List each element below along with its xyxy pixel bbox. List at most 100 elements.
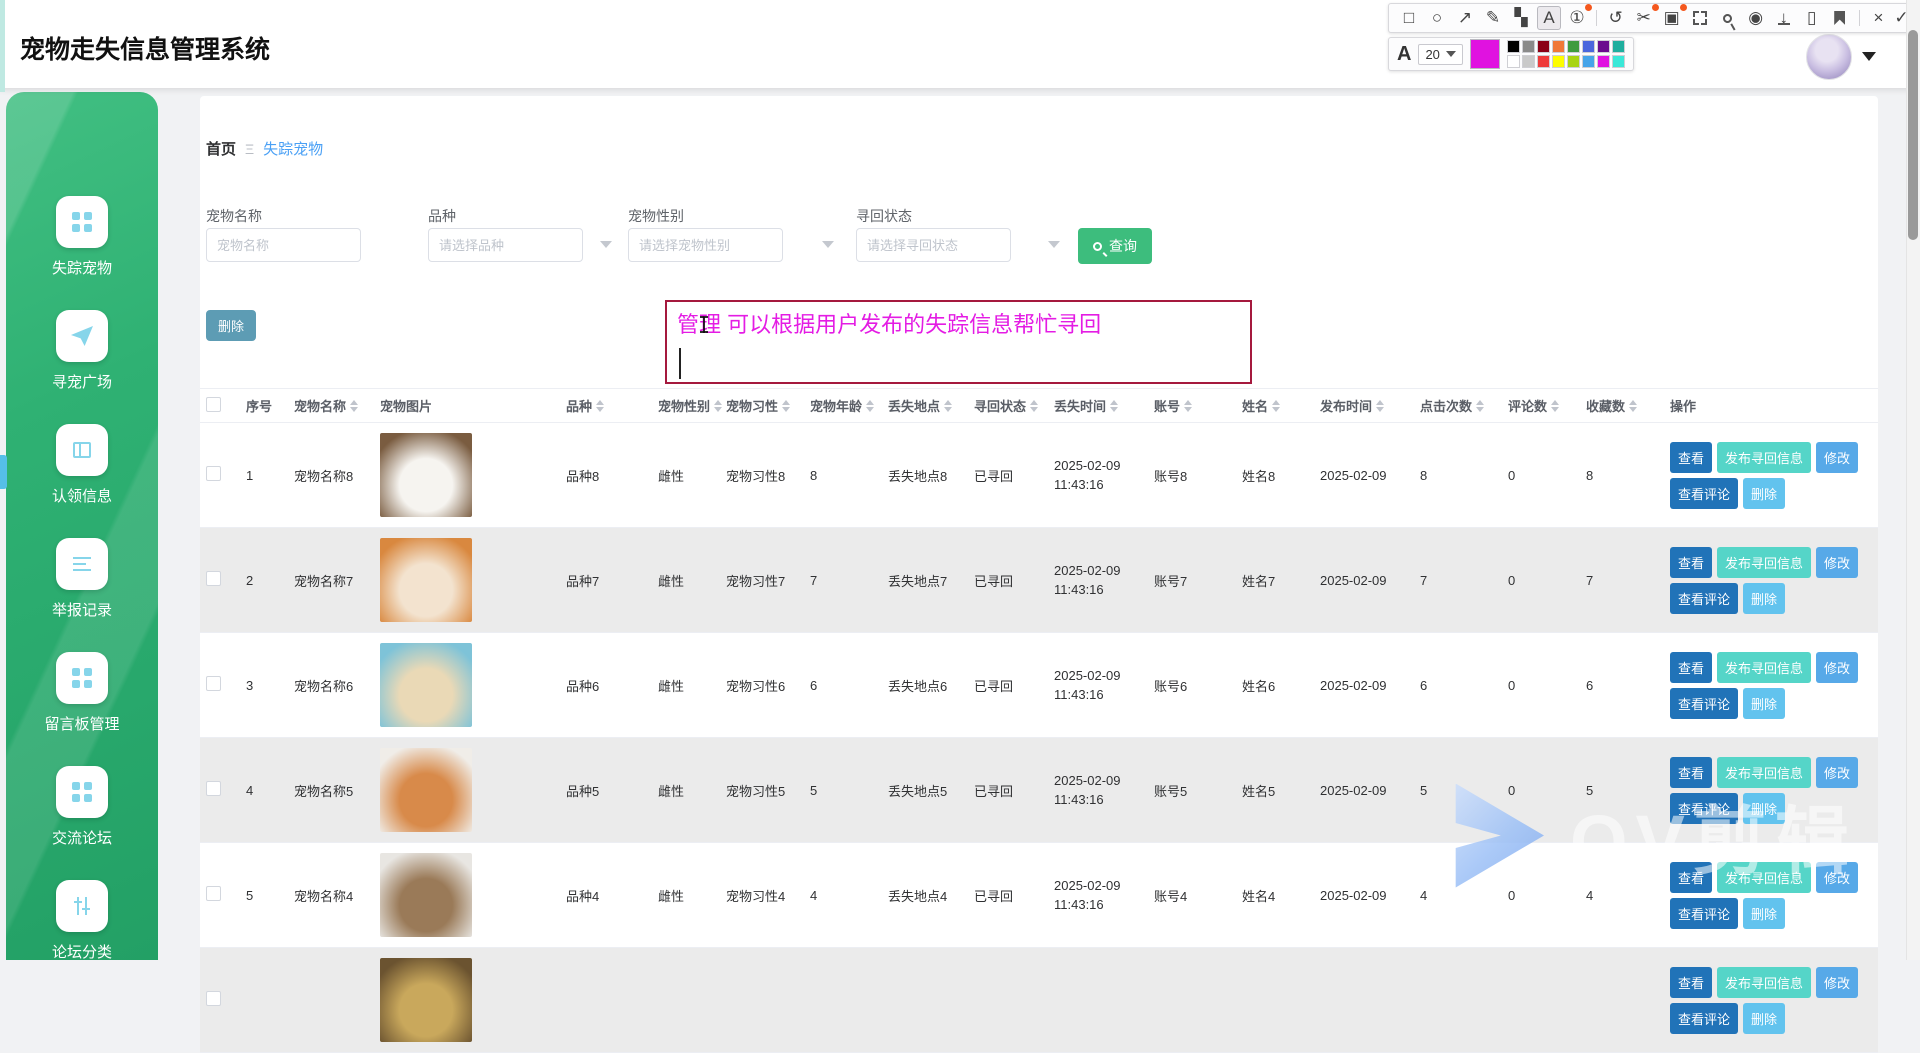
pet-photo[interactable] — [380, 748, 472, 832]
color-swatch[interactable] — [1567, 40, 1580, 53]
view-button[interactable]: 查看 — [1670, 652, 1712, 683]
sidebar-item-forum[interactable]: 交流论坛 — [52, 766, 112, 848]
sidebar-collapse-handle[interactable] — [0, 455, 7, 489]
view-comments-button[interactable]: 查看评论 — [1670, 478, 1738, 509]
sidebar-item-forum-category[interactable]: 论坛分类 — [52, 880, 112, 962]
fullscreen-capture-icon[interactable] — [1688, 6, 1712, 30]
pet-photo[interactable] — [380, 433, 472, 517]
edit-button[interactable]: 修改 — [1816, 547, 1858, 578]
color-swatch[interactable] — [1522, 40, 1535, 53]
breed-select[interactable] — [428, 228, 583, 262]
sidebar-item-pet-plaza[interactable]: 寻宠广场 — [52, 310, 112, 392]
pet-photo[interactable] — [380, 643, 472, 727]
gender-select[interactable] — [628, 228, 783, 262]
ellipse-tool-icon[interactable]: ○ — [1425, 6, 1449, 30]
row-checkbox[interactable] — [206, 991, 221, 1006]
delete-button[interactable]: 删除 — [1743, 898, 1785, 929]
col-clicks[interactable]: 点击次数 — [1414, 389, 1502, 423]
sidebar-item-report-records[interactable]: 举报记录 — [52, 538, 112, 620]
publish-recovery-button[interactable]: 发布寻回信息 — [1717, 547, 1811, 578]
arrow-tool-icon[interactable]: ↗ — [1453, 6, 1477, 30]
col-owner-name[interactable]: 姓名 — [1236, 389, 1314, 423]
font-size-dropdown[interactable]: 20 — [1418, 44, 1462, 65]
user-avatar[interactable] — [1806, 34, 1852, 80]
chevron-down-icon[interactable] — [600, 241, 612, 248]
edit-button[interactable]: 修改 — [1816, 757, 1858, 788]
publish-recovery-button[interactable]: 发布寻回信息 — [1717, 967, 1811, 998]
sidebar-item-claim-info[interactable]: 认领信息 — [52, 424, 112, 506]
text-tool-icon[interactable]: A — [1537, 6, 1561, 30]
row-checkbox[interactable] — [206, 781, 221, 796]
rectangle-tool-icon[interactable]: □ — [1397, 6, 1421, 30]
row-checkbox[interactable] — [206, 676, 221, 691]
view-button[interactable]: 查看 — [1670, 862, 1712, 893]
chevron-down-icon[interactable] — [822, 241, 834, 248]
color-swatch[interactable] — [1567, 55, 1580, 68]
color-swatch[interactable] — [1507, 40, 1520, 53]
row-checkbox[interactable] — [206, 571, 221, 586]
chevron-down-icon[interactable] — [1048, 241, 1060, 248]
pet-photo[interactable] — [380, 853, 472, 937]
pin-tool-icon[interactable] — [1716, 6, 1740, 30]
color-swatch[interactable] — [1612, 55, 1625, 68]
row-checkbox[interactable] — [206, 466, 221, 481]
user-menu-caret-icon[interactable] — [1862, 52, 1876, 61]
device-tool-icon[interactable]: ▯ — [1800, 6, 1824, 30]
publish-recovery-button[interactable]: 发布寻回信息 — [1717, 757, 1811, 788]
view-comments-button[interactable]: 查看评论 — [1670, 688, 1738, 719]
delete-button[interactable]: 删除 — [1743, 478, 1785, 509]
delete-button[interactable]: 删除 — [1743, 1003, 1785, 1034]
status-select[interactable] — [856, 228, 1011, 262]
color-swatch[interactable] — [1582, 55, 1595, 68]
col-age[interactable]: 宠物年龄 — [804, 389, 882, 423]
close-icon[interactable]: × — [1866, 6, 1890, 30]
col-pet-name[interactable]: 宠物名称 — [288, 389, 374, 423]
edit-button[interactable]: 修改 — [1816, 652, 1858, 683]
bookmark-tool-icon[interactable] — [1828, 6, 1852, 30]
col-favorites[interactable]: 收藏数 — [1580, 389, 1664, 423]
view-button[interactable]: 查看 — [1670, 547, 1712, 578]
record-tool-icon[interactable]: ◉ — [1744, 6, 1768, 30]
view-comments-button[interactable]: 查看评论 — [1670, 793, 1738, 824]
publish-recovery-button[interactable]: 发布寻回信息 — [1717, 862, 1811, 893]
mosaic-tool-icon[interactable]: ▚ — [1509, 6, 1533, 30]
col-breed[interactable]: 品种 — [560, 389, 652, 423]
color-swatch[interactable] — [1597, 40, 1610, 53]
color-swatch[interactable] — [1522, 55, 1535, 68]
scrollbar-thumb[interactable] — [1908, 30, 1918, 240]
pet-photo[interactable] — [380, 958, 472, 1042]
row-checkbox[interactable] — [206, 886, 221, 901]
pet-photo[interactable] — [380, 538, 472, 622]
col-comments[interactable]: 评论数 — [1502, 389, 1580, 423]
color-swatch[interactable] — [1597, 55, 1610, 68]
bulk-delete-button[interactable]: 删除 — [206, 310, 256, 341]
col-account[interactable]: 账号 — [1148, 389, 1236, 423]
color-swatch[interactable] — [1552, 40, 1565, 53]
breadcrumb-home[interactable]: 首页 — [206, 138, 236, 159]
delete-button[interactable]: 删除 — [1743, 688, 1785, 719]
edit-button[interactable]: 修改 — [1816, 442, 1858, 473]
annotation-note-box[interactable]: 管理 可以根据用户发布的失踪信息帮忙寻回 — [665, 300, 1252, 384]
view-button[interactable]: 查看 — [1670, 967, 1712, 998]
publish-recovery-button[interactable]: 发布寻回信息 — [1717, 442, 1811, 473]
view-comments-button[interactable]: 查看评论 — [1670, 1003, 1738, 1034]
col-lost-time[interactable]: 丢失时间 — [1048, 389, 1148, 423]
col-publish-time[interactable]: 发布时间 — [1314, 389, 1414, 423]
view-button[interactable]: 查看 — [1670, 757, 1712, 788]
col-lost-place[interactable]: 丢失地点 — [882, 389, 968, 423]
edit-button[interactable]: 修改 — [1816, 967, 1858, 998]
color-swatch[interactable] — [1537, 40, 1550, 53]
breadcrumb-current[interactable]: 失踪宠物 — [263, 138, 323, 159]
view-button[interactable]: 查看 — [1670, 442, 1712, 473]
color-swatch[interactable] — [1612, 40, 1625, 53]
search-button[interactable]: 查询 — [1078, 228, 1152, 264]
delete-button[interactable]: 删除 — [1743, 793, 1785, 824]
step-number-tool-icon[interactable]: ① — [1565, 6, 1589, 30]
undo-icon[interactable]: ↺ — [1604, 6, 1628, 30]
color-swatch[interactable] — [1552, 55, 1565, 68]
color-swatch[interactable] — [1507, 55, 1520, 68]
ocr-tool-icon[interactable]: ▣ — [1660, 6, 1684, 30]
publish-recovery-button[interactable]: 发布寻回信息 — [1717, 652, 1811, 683]
select-all-checkbox[interactable] — [206, 397, 221, 412]
download-icon[interactable]: ↓ — [1772, 6, 1796, 30]
